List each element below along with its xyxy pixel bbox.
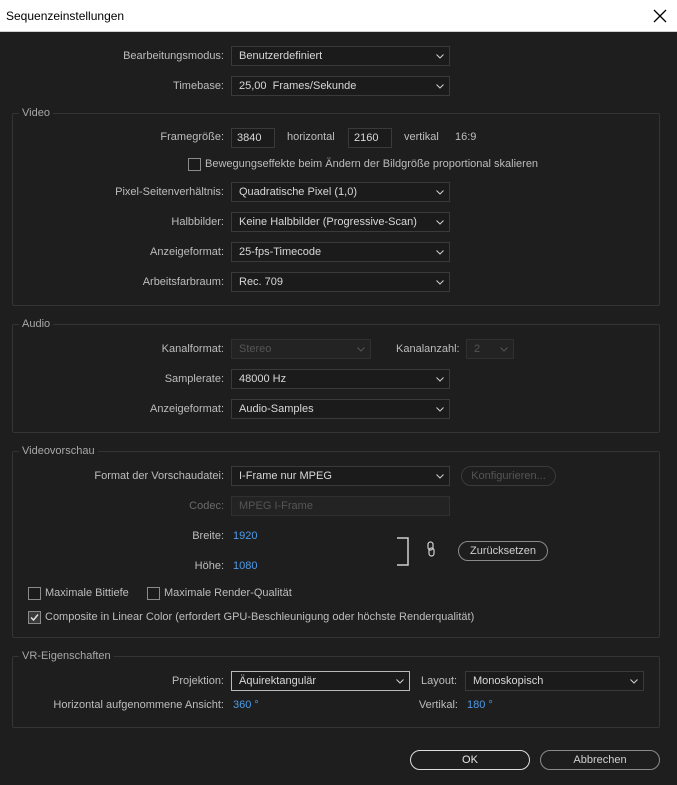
sample-rate-select[interactable]: 48000 Hz xyxy=(231,369,450,389)
preview-height-value[interactable]: 1080 xyxy=(233,560,257,572)
fields-value: Keine Halbbilder (Progressive-Scan) xyxy=(239,216,417,228)
max-bit-depth-checkbox[interactable] xyxy=(28,587,41,600)
link-bracket xyxy=(397,537,410,566)
chevron-down-icon xyxy=(396,679,404,684)
frame-size-label: Framegröße: xyxy=(160,131,224,143)
vertical-label: vertikal xyxy=(404,131,439,143)
projection-value: Äquirektangulär xyxy=(239,675,317,687)
chevron-down-icon xyxy=(436,280,444,285)
timebase-value: 25,00 Frames/Sekunde xyxy=(239,80,357,92)
preview-format-select[interactable]: I-Frame nur MPEG xyxy=(231,466,450,486)
linear-color-checkbox[interactable] xyxy=(28,611,41,624)
codec-label: Codec: xyxy=(189,500,224,512)
timebase-label: Timebase: xyxy=(173,80,224,92)
pixel-aspect-select[interactable]: Quadratische Pixel (1,0) xyxy=(231,182,450,202)
pixel-aspect-label: Pixel-Seitenverhältnis: xyxy=(115,186,224,198)
audio-display-format-label: Anzeigeformat: xyxy=(150,403,224,415)
max-render-quality-checkbox[interactable] xyxy=(147,587,160,600)
horizontal-view-label: Horizontal aufgenommene Ansicht: xyxy=(53,699,224,711)
chevron-down-icon xyxy=(436,474,444,479)
working-color-label: Arbeitsfarbraum: xyxy=(142,276,224,288)
working-color-select[interactable]: Rec. 709 xyxy=(231,272,450,292)
layout-value: Monoskopisch xyxy=(473,675,544,687)
display-format-value: 25-fps-Timecode xyxy=(239,246,322,258)
max-render-quality-label: Maximale Render-Qualität xyxy=(164,587,292,599)
preview-width-label: Breite: xyxy=(192,530,224,542)
video-preview-group-label: Videovorschau xyxy=(19,445,98,457)
chevron-down-icon xyxy=(630,679,638,684)
display-format-select[interactable]: 25-fps-Timecode xyxy=(231,242,450,262)
fields-select[interactable]: Keine Halbbilder (Progressive-Scan) xyxy=(231,212,450,232)
max-bit-depth-label: Maximale Bittiefe xyxy=(45,587,129,599)
chevron-down-icon xyxy=(436,220,444,225)
timebase-select[interactable]: 25,00 Frames/Sekunde xyxy=(231,76,450,96)
horizontal-view-value[interactable]: 360 ° xyxy=(233,699,259,711)
chevron-down-icon xyxy=(500,347,508,352)
layout-select[interactable]: Monoskopisch xyxy=(465,671,644,691)
chevron-down-icon xyxy=(436,54,444,59)
pixel-aspect-value: Quadratische Pixel (1,0) xyxy=(239,186,357,198)
audio-display-format-value: Audio-Samples xyxy=(239,403,314,415)
projection-label: Projektion: xyxy=(172,675,224,687)
channel-format-label: Kanalformat: xyxy=(161,343,224,355)
cancel-button[interactable]: Abbrechen xyxy=(540,750,660,770)
sample-rate-label: Samplerate: xyxy=(164,373,224,385)
chevron-down-icon xyxy=(436,407,444,412)
editing-mode-value: Benutzerdefiniert xyxy=(239,50,323,62)
preview-height-label: Höhe: xyxy=(194,560,224,572)
frame-width-input[interactable]: 3840 xyxy=(231,128,275,148)
chevron-down-icon xyxy=(436,190,444,195)
reset-button[interactable]: Zurücksetzen xyxy=(458,541,548,561)
audio-group-label: Audio xyxy=(19,318,54,330)
aspect-ratio-value: 16:9 xyxy=(455,131,477,143)
vertical-view-value[interactable]: 180 ° xyxy=(467,699,493,711)
chevron-down-icon xyxy=(436,84,444,89)
link-icon[interactable] xyxy=(425,541,437,557)
linear-color-label: Composite in Linear Color (erfordert GPU… xyxy=(45,611,475,623)
configure-button[interactable]: Konfigurieren... xyxy=(461,466,556,486)
working-color-value: Rec. 709 xyxy=(239,276,284,288)
video-group-label: Video xyxy=(19,107,53,119)
preview-format-label: Format der Vorschaudatei: xyxy=(94,470,224,482)
frame-height-input[interactable]: 2160 xyxy=(348,128,392,148)
chevron-down-icon xyxy=(436,377,444,382)
codec-value: MPEG I-Frame xyxy=(239,500,313,512)
close-icon xyxy=(653,9,667,23)
editing-mode-label: Bearbeitungsmodus: xyxy=(123,50,224,62)
preview-width-value[interactable]: 1920 xyxy=(233,530,257,542)
codec-select[interactable]: MPEG I-Frame xyxy=(231,496,450,516)
sample-rate-value: 48000 Hz xyxy=(239,373,287,385)
preview-format-value: I-Frame nur MPEG xyxy=(239,470,332,482)
channel-format-select[interactable]: Stereo xyxy=(231,339,371,359)
ok-button[interactable]: OK xyxy=(410,750,530,770)
layout-label: Layout: xyxy=(421,675,458,687)
checkmark-icon xyxy=(30,614,39,622)
window-title: Sequenzeinstellungen xyxy=(6,9,125,23)
vertical-view-label: Vertikal: xyxy=(418,699,458,711)
projection-select[interactable]: Äquirektangulär xyxy=(231,671,410,691)
vr-group xyxy=(12,656,660,728)
chevron-down-icon xyxy=(357,347,365,352)
chevron-down-icon xyxy=(436,250,444,255)
title-bar: Sequenzeinstellungen xyxy=(0,0,677,32)
channel-count-value: 2 xyxy=(474,343,481,355)
horizontal-label: horizontal xyxy=(287,131,335,143)
fields-label: Halbbilder: xyxy=(171,216,224,228)
scale-proportional-label: Bewegungseffekte beim Ändern der Bildgrö… xyxy=(205,158,539,170)
channel-count-select[interactable]: 2 xyxy=(466,339,514,359)
channel-format-value: Stereo xyxy=(239,343,272,355)
scale-proportional-checkbox[interactable] xyxy=(188,158,201,171)
editing-mode-select[interactable]: Benutzerdefiniert xyxy=(231,46,450,66)
channel-count-label: Kanalanzahl: xyxy=(396,343,460,355)
close-button[interactable] xyxy=(648,4,672,28)
display-format-label: Anzeigeformat: xyxy=(150,246,224,258)
audio-display-format-select[interactable]: Audio-Samples xyxy=(231,399,450,419)
vr-group-label: VR-Eigenschaften xyxy=(19,650,114,662)
